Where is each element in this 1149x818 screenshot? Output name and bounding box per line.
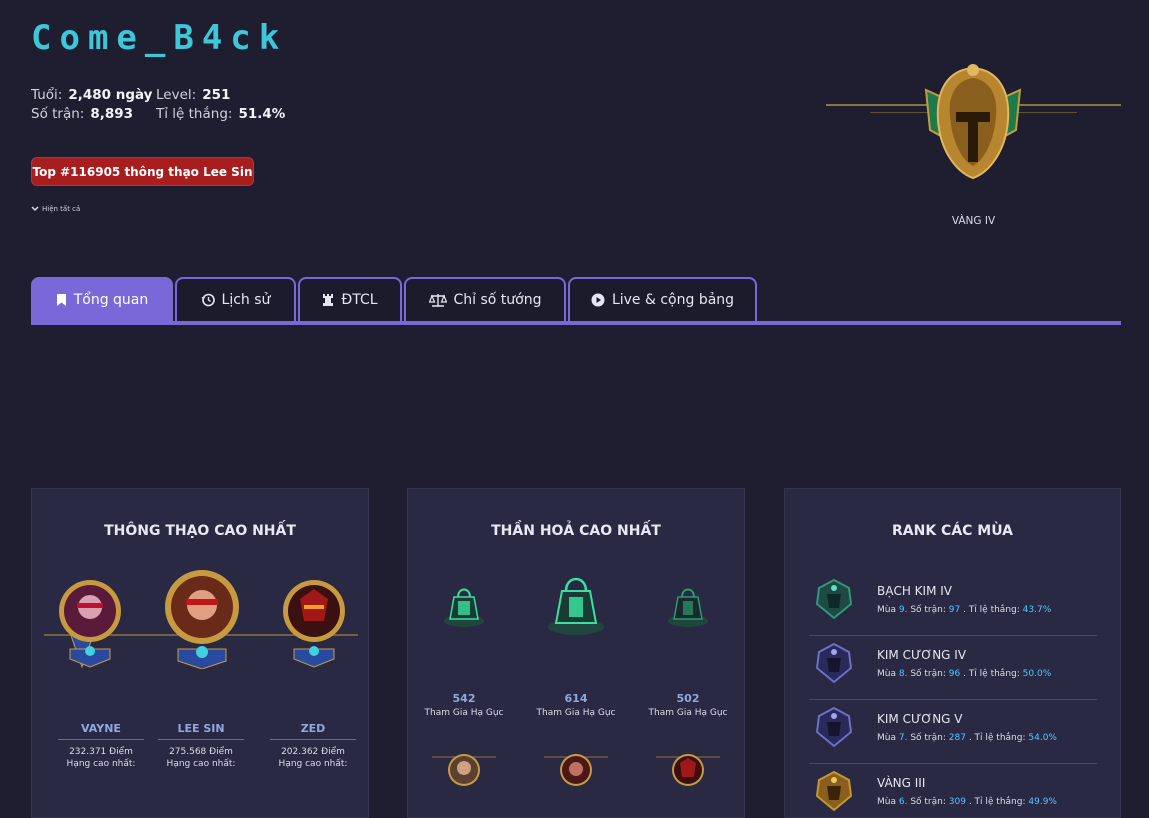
- lantern-item[interactable]: 614 Tham Gia Hạ Gục: [521, 692, 631, 718]
- season-rank-row[interactable]: KIM CƯƠNG V Mùa 7. Số trận: 287 . Tỉ lệ …: [809, 700, 1097, 764]
- winrate-value: 51.4%: [238, 106, 286, 122]
- tab-overview[interactable]: Tổng quan: [31, 277, 173, 321]
- champion-points: 232.371 Điểm: [69, 747, 133, 757]
- lantern-label: Tham Gia Hạ Gục: [536, 708, 616, 718]
- season-rank-name: BẠCH KIM IV: [877, 584, 952, 598]
- zed-portrait-icon: [283, 580, 345, 668]
- tab-live[interactable]: Live & cộng bảng: [568, 277, 757, 321]
- lantern-icons: [444, 577, 708, 635]
- tab-history[interactable]: Lịch sử: [175, 277, 296, 321]
- champion-name: LEE SIN: [177, 722, 225, 735]
- champion-portrait-icon: [448, 754, 480, 786]
- tab-champion-stats[interactable]: Chỉ số tướng: [404, 277, 566, 321]
- champion-points: 202.362 Điểm: [281, 747, 345, 757]
- scale-icon: [428, 294, 447, 307]
- champion-highest-rank: Hạng cao nhất:: [278, 759, 348, 769]
- lantern-item[interactable]: 502 Tham Gia Hạ Gục: [633, 692, 743, 718]
- lantern-label: Tham Gia Hạ Gục: [648, 708, 728, 718]
- tab-bar: Tổng quan Lịch sử ĐTCL Chỉ số tướng Live…: [31, 277, 759, 321]
- season-rank-name: KIM CƯƠNG V: [877, 712, 963, 726]
- season-rank-details: Mùa 6. Số trận: 309 . Tỉ lệ thắng: 49.9%: [877, 797, 1057, 807]
- lantern-value: 502: [676, 692, 700, 705]
- tab-label: ĐTCL: [341, 292, 378, 308]
- lantern-icon: [444, 588, 484, 627]
- lantern-value: 542: [452, 692, 476, 705]
- tab-label: Chỉ số tướng: [453, 292, 542, 308]
- mastery-title: THÔNG THẠO CAO NHẤT: [104, 523, 296, 539]
- champion-name: VAYNE: [81, 722, 121, 735]
- level-label: Level:: [156, 87, 197, 103]
- champion-name: ZED: [300, 722, 326, 735]
- gold-rank-emblem-icon: [924, 64, 1022, 180]
- mastery-card: THÔNG THẠO CAO NHẤT VAYNE 232.371 Điểm H…: [31, 488, 369, 818]
- current-rank: VÀNG IV: [951, 215, 996, 227]
- season-rank-row[interactable]: KIM CƯƠNG IV Mùa 8. Số trận: 96 . Tỉ lệ …: [809, 636, 1097, 700]
- history-icon: [201, 293, 215, 307]
- platinum-rank-icon: [815, 578, 853, 620]
- winrate-label: Tỉ lệ thắng:: [156, 106, 233, 122]
- season-rank-name: VÀNG III: [877, 776, 926, 790]
- gold-rank-icon: [815, 770, 853, 812]
- summoner-name: Come_B4ck: [31, 18, 288, 58]
- matches-label: Số trận:: [31, 106, 85, 122]
- rank-emblem: [826, 60, 1121, 230]
- tab-label: Tổng quan: [73, 292, 149, 308]
- tab-label: Live & cộng bảng: [611, 292, 735, 308]
- rook-icon: [323, 294, 334, 306]
- tab-tft[interactable]: ĐTCL: [298, 277, 402, 321]
- chevron-down-icon: [31, 206, 39, 212]
- season-rank-details: Mùa 8. Số trận: 96 . Tỉ lệ thắng: 50.0%: [877, 669, 1052, 679]
- mastery-top-badge[interactable]: Top #116905 thông thạo Lee Sin: [31, 157, 254, 186]
- tab-label: Lịch sử: [221, 292, 271, 308]
- age-value: 2,480 ngày: [68, 87, 153, 103]
- age-label: Tuổi:: [31, 87, 63, 103]
- season-rank-row[interactable]: BẠCH KIM IV Mùa 9. Số trận: 97 . Tỉ lệ t…: [809, 572, 1097, 636]
- lee-sin-portrait-icon: [165, 570, 239, 669]
- lantern-label: Tham Gia Hạ Gục: [424, 708, 504, 718]
- diamond-rank-icon: [815, 642, 853, 684]
- show-all-toggle[interactable]: Hiện tất cả: [31, 205, 80, 213]
- lantern-champion-portraits: [432, 754, 720, 786]
- diamond-rank-icon: [815, 706, 853, 748]
- show-all-label: Hiện tất cả: [42, 205, 81, 213]
- lantern-value: 614: [564, 692, 588, 705]
- vayne-portrait-icon: [59, 580, 121, 669]
- season-ranks-title: RANK CÁC MÙA: [891, 523, 1014, 539]
- matches-value: 8,893: [90, 106, 134, 122]
- champion-highest-rank: Hạng cao nhất:: [66, 759, 136, 769]
- mastery-emblems: [44, 570, 358, 669]
- profile-stats: Tuổi: 2,480 ngày Level: 251 Số trận: 8,893 …: [31, 86, 285, 124]
- season-ranks-card: RANK CÁC MÙA BẠCH KIM IV Mùa 9. Số trận:…: [784, 488, 1121, 818]
- lantern-title: THẦN HOẢ CAO NHẤT: [491, 523, 661, 539]
- champion-portrait-icon: [672, 754, 704, 786]
- season-rank-details: Mùa 7. Số trận: 287 . Tỉ lệ thắng: 54.0%: [877, 733, 1057, 743]
- lantern-icon: [668, 588, 708, 627]
- season-rank-name: KIM CƯƠNG IV: [877, 648, 967, 662]
- mastery-champion-lee-sin[interactable]: LEE SIN 275.568 Điểm Hạng cao nhất:: [158, 722, 244, 770]
- champion-highest-rank: Hạng cao nhất:: [166, 759, 236, 769]
- mastery-champion-vayne[interactable]: VAYNE 232.371 Điểm Hạng cao nhất:: [58, 722, 144, 770]
- lantern-icon: [548, 577, 604, 635]
- tabs-underline: [31, 321, 1121, 325]
- champion-portrait-icon: [560, 754, 592, 786]
- level-value: 251: [202, 87, 231, 103]
- lantern-card: THẦN HOẢ CAO NHẤT 542 Tham Gia Hạ Gục 61…: [407, 488, 745, 818]
- season-rank-row[interactable]: VÀNG III Mùa 6. Số trận: 309 . Tỉ lệ thắ…: [809, 764, 1097, 818]
- mastery-champion-zed[interactable]: ZED 202.362 Điểm Hạng cao nhất:: [270, 722, 356, 770]
- play-icon: [591, 293, 605, 307]
- champion-points: 275.568 Điểm: [169, 747, 233, 757]
- lantern-item[interactable]: 542 Tham Gia Hạ Gục: [409, 692, 519, 718]
- season-rank-details: Mùa 9. Số trận: 97 . Tỉ lệ thắng: 43.7%: [877, 605, 1052, 615]
- bookmark-icon: [56, 294, 66, 306]
